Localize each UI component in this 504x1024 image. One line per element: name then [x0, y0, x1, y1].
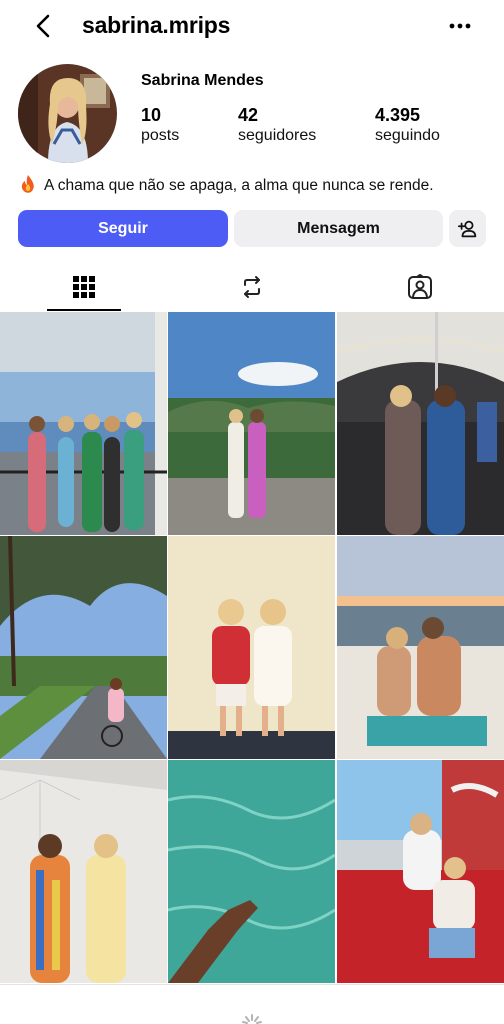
profile-tabs [0, 262, 504, 312]
stat-posts-label: posts [141, 127, 180, 144]
post-thumbnail[interactable] [337, 536, 504, 759]
fire-icon [18, 174, 38, 194]
two-women-in-dresses-photo [0, 760, 167, 983]
two-women-on-red-car-photo [337, 760, 504, 983]
suggest-people-button[interactable] [449, 210, 486, 247]
two-women-against-wall-photo [168, 536, 335, 759]
tab-reposts[interactable] [168, 262, 336, 312]
stat-following-label: seguindo [375, 127, 440, 144]
follow-button[interactable]: Seguir [18, 210, 228, 247]
woman-cycling-oak-road-photo [0, 536, 167, 759]
post-thumbnail[interactable] [168, 760, 335, 983]
profile-username: sabrina.mrips [82, 12, 231, 38]
bottom-navigation [0, 984, 504, 1024]
post-thumbnail[interactable] [0, 760, 167, 983]
post-thumbnail[interactable] [168, 312, 335, 535]
stat-followers-label: seguidores [238, 127, 317, 144]
hand-over-clear-water-photo [168, 760, 335, 983]
more-horizontal-icon [449, 23, 471, 29]
loading-spinner-icon [242, 1014, 262, 1024]
profile-photo [18, 64, 117, 163]
stat-following-value: 4.395 [375, 105, 421, 125]
stat-followers[interactable]: 42 seguidores [238, 104, 316, 146]
couple-on-boat-sunset-photo [337, 536, 504, 759]
profile-full-name: Sabrina Mendes [141, 72, 264, 89]
post-thumbnail[interactable] [168, 536, 335, 759]
post-thumbnail[interactable] [337, 760, 504, 983]
avatar[interactable] [18, 64, 117, 163]
grid-icon [73, 276, 95, 298]
add-person-icon [457, 220, 476, 237]
stat-posts-value: 10 [141, 105, 162, 125]
top-bar: sabrina.mrips [0, 0, 504, 52]
chevron-left-icon [36, 14, 50, 38]
post-thumbnail[interactable] [0, 536, 167, 759]
stat-posts[interactable]: 10 posts [141, 104, 179, 146]
back-button[interactable] [30, 12, 58, 40]
stat-followers-value: 42 [238, 105, 259, 125]
stat-following[interactable]: 4.395 seguindo [375, 104, 440, 146]
group-of-women-on-balcony-photo [0, 312, 167, 535]
post-thumbnail[interactable] [337, 312, 504, 535]
tagged-icon [408, 274, 432, 299]
reposts-icon [244, 276, 260, 298]
more-options-button[interactable] [446, 14, 474, 38]
message-button[interactable]: Mensagem [234, 210, 443, 247]
post-thumbnail[interactable] [0, 312, 167, 535]
profile-bio: A chama que não se apaga, a alma que nun… [18, 174, 434, 195]
two-women-on-rock-overlook-photo [168, 312, 335, 535]
two-women-at-tent-party-photo [337, 312, 504, 535]
posts-grid [0, 312, 504, 984]
tab-posts-grid[interactable] [0, 262, 168, 312]
tab-tagged[interactable] [336, 262, 504, 312]
bio-text: A chama que não se apaga, a alma que nun… [44, 177, 434, 194]
